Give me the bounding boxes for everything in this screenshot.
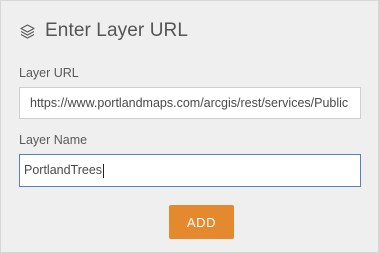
layer-name-input[interactable]: PortlandTrees xyxy=(19,154,361,187)
layer-url-label: Layer URL xyxy=(19,66,79,80)
layer-url-value: https://www.portlandmaps.com/arcgis/rest… xyxy=(30,96,349,110)
text-cursor xyxy=(103,163,105,178)
enter-layer-url-panel: Enter Layer URL Layer URL https://www.po… xyxy=(0,0,379,253)
layers-icon xyxy=(19,23,36,40)
add-button[interactable]: ADD xyxy=(169,205,234,239)
panel-title: Enter Layer URL xyxy=(45,20,189,41)
panel-header: Enter Layer URL xyxy=(19,19,188,43)
layer-name-label: Layer Name xyxy=(19,133,88,147)
layer-url-input[interactable]: https://www.portlandmaps.com/arcgis/rest… xyxy=(19,87,361,119)
layer-name-value: PortlandTrees xyxy=(24,163,103,177)
